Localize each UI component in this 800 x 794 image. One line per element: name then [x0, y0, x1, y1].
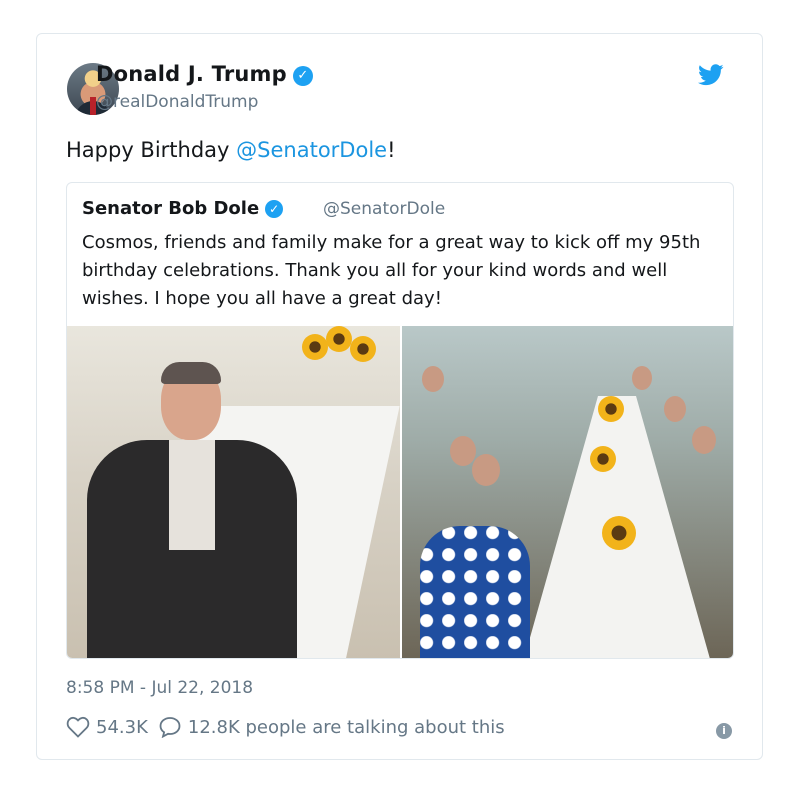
- quoted-verified-badge-icon: ✓: [265, 200, 284, 218]
- talking-count[interactable]: 12.8K people are talking about this: [188, 717, 505, 738]
- man-hair: [161, 362, 221, 384]
- quoted-tweet-text: Cosmos, friends and family make for a gr…: [82, 232, 701, 309]
- guest: [472, 454, 500, 486]
- photo-birthday-man[interactable]: [67, 326, 400, 658]
- guest: [664, 396, 686, 422]
- quoted-tweet[interactable]: Senator Bob Dole ✓ @SenatorDole Cosmos, f…: [66, 182, 734, 659]
- guest-blue-dress: [420, 526, 530, 658]
- sunflower: [326, 326, 352, 352]
- like-action[interactable]: 54.3K: [66, 716, 148, 738]
- guest: [632, 366, 652, 390]
- sunflower: [590, 446, 616, 472]
- tweet-timestamp[interactable]: 8:58 PM - Jul 22, 2018: [66, 678, 253, 698]
- sunflower-vase: [302, 326, 392, 386]
- quoted-author-handle[interactable]: @SenatorDole: [323, 199, 445, 219]
- author-name[interactable]: Donald J. Trump: [96, 62, 287, 86]
- quoted-author-name-row[interactable]: Senator Bob Dole ✓: [82, 198, 284, 219]
- speech-bubble-icon[interactable]: [158, 716, 182, 738]
- sunflower: [598, 396, 624, 422]
- photo-family-dinner[interactable]: [402, 326, 733, 658]
- guest: [422, 366, 444, 392]
- sunflower: [350, 336, 376, 362]
- twitter-bird-icon[interactable]: [698, 64, 724, 86]
- tweet-text-prefix: Happy Birthday: [66, 138, 237, 162]
- photo-man: [87, 362, 297, 658]
- sunflower: [602, 516, 636, 550]
- quoted-author-name[interactable]: Senator Bob Dole: [82, 198, 259, 219]
- like-count[interactable]: 54.3K: [96, 717, 148, 738]
- author-handle[interactable]: @realDonaldTrump: [96, 92, 258, 112]
- verified-badge-icon: ✓: [292, 66, 313, 86]
- heart-icon[interactable]: [66, 716, 90, 738]
- guest: [692, 426, 716, 454]
- tweet-text-suffix: !: [387, 138, 396, 162]
- photo-grid: [67, 326, 733, 658]
- info-icon[interactable]: i: [716, 723, 732, 739]
- guest: [450, 436, 476, 466]
- tweet-actions: 54.3K 12.8K people are talking about thi…: [66, 716, 515, 738]
- mention-link[interactable]: @SenatorDole: [236, 138, 387, 162]
- tweet-text: Happy Birthday @SenatorDole!: [66, 138, 396, 162]
- author-name-row[interactable]: Donald J. Trump ✓: [96, 62, 313, 86]
- man-shirt: [169, 440, 215, 550]
- sunflower: [302, 334, 328, 360]
- reply-action[interactable]: 12.8K people are talking about this: [158, 716, 505, 738]
